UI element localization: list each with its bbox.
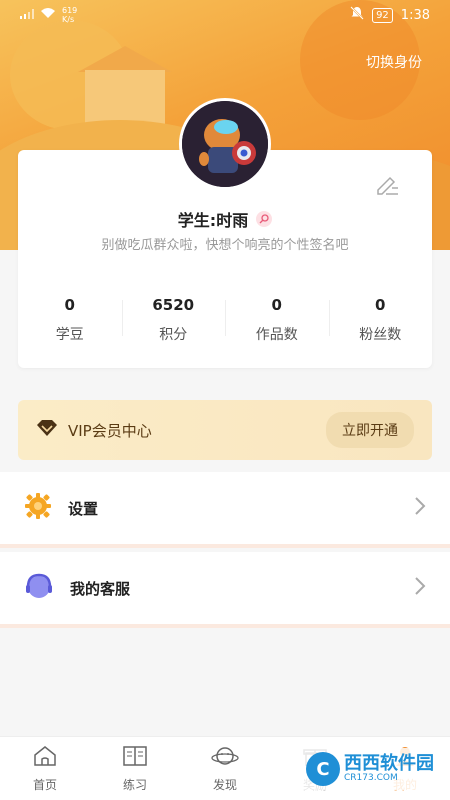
- stat-beans[interactable]: 0 学豆: [18, 290, 122, 350]
- menu-item-label: 我的客服: [70, 579, 131, 598]
- profile-name: 学生:时雨: [177, 211, 249, 230]
- stat-value: 0: [271, 296, 282, 314]
- stat-points[interactable]: 6520 积分: [121, 290, 226, 350]
- house-roof-decoration: [78, 46, 172, 72]
- watermark-logo-icon: C: [306, 752, 340, 786]
- home-icon: [33, 745, 57, 771]
- vip-open-button[interactable]: 立即开通: [326, 412, 414, 448]
- profile-stats: 0 学豆 6520 积分 0 作品数 0 粉丝数: [18, 290, 432, 350]
- tab-label: 首页: [32, 777, 57, 792]
- mute-bell-icon: [350, 6, 364, 24]
- profile-signature[interactable]: 别做吃瓜群众啦，快想个响亮的个性签名吧: [18, 234, 432, 253]
- gender-badge-icon: [256, 211, 273, 227]
- network-speed: 619 K/s: [62, 6, 78, 24]
- menu-item-customer-service[interactable]: 我的客服: [0, 552, 450, 628]
- watermark-text: 西西软件园: [344, 753, 434, 775]
- site-watermark: C 西西软件园 CR173.COM: [298, 748, 442, 790]
- wifi-icon: [40, 7, 56, 23]
- stat-label: 积分: [159, 327, 188, 343]
- stat-value: 6520: [152, 296, 195, 314]
- chevron-right-icon: [414, 576, 426, 600]
- vip-center-banner[interactable]: VIP会员中心 立即开通: [18, 400, 432, 460]
- signal-icon: [20, 8, 34, 23]
- battery-indicator: 92: [372, 7, 393, 23]
- chevron-right-icon: [414, 496, 426, 520]
- edit-pencil-icon[interactable]: [374, 172, 400, 196]
- stat-label: 作品数: [255, 327, 298, 343]
- stat-fans[interactable]: 0 粉丝数: [328, 290, 433, 350]
- avatar[interactable]: [179, 98, 271, 190]
- switch-identity-button[interactable]: 切换身份: [366, 52, 422, 72]
- headset-icon: [24, 572, 54, 604]
- clock: 1:38: [400, 7, 430, 23]
- settings-gear-icon: [24, 492, 52, 524]
- planet-icon: [211, 745, 239, 771]
- tab-label: 练习: [122, 777, 147, 792]
- stat-value: 0: [375, 296, 386, 314]
- book-icon: [122, 745, 148, 771]
- house-decoration: [85, 70, 165, 125]
- stat-works[interactable]: 0 作品数: [225, 290, 329, 350]
- tab-discover[interactable]: 发现: [180, 737, 270, 800]
- vip-diamond-icon: [36, 419, 58, 441]
- vip-center-label: VIP会员中心: [68, 421, 152, 440]
- tab-home[interactable]: 首页: [0, 737, 90, 800]
- watermark-subtext: CR173.COM: [344, 772, 398, 783]
- stat-value: 0: [64, 296, 75, 314]
- tab-label: 发现: [212, 777, 237, 792]
- tab-practice[interactable]: 练习: [90, 737, 180, 800]
- stat-label: 粉丝数: [359, 327, 402, 343]
- menu-item-label: 设置: [68, 499, 99, 518]
- status-bar: 619 K/s 92 1:38: [0, 0, 450, 30]
- menu-item-settings[interactable]: 设置: [0, 472, 450, 548]
- stat-label: 学豆: [55, 327, 84, 343]
